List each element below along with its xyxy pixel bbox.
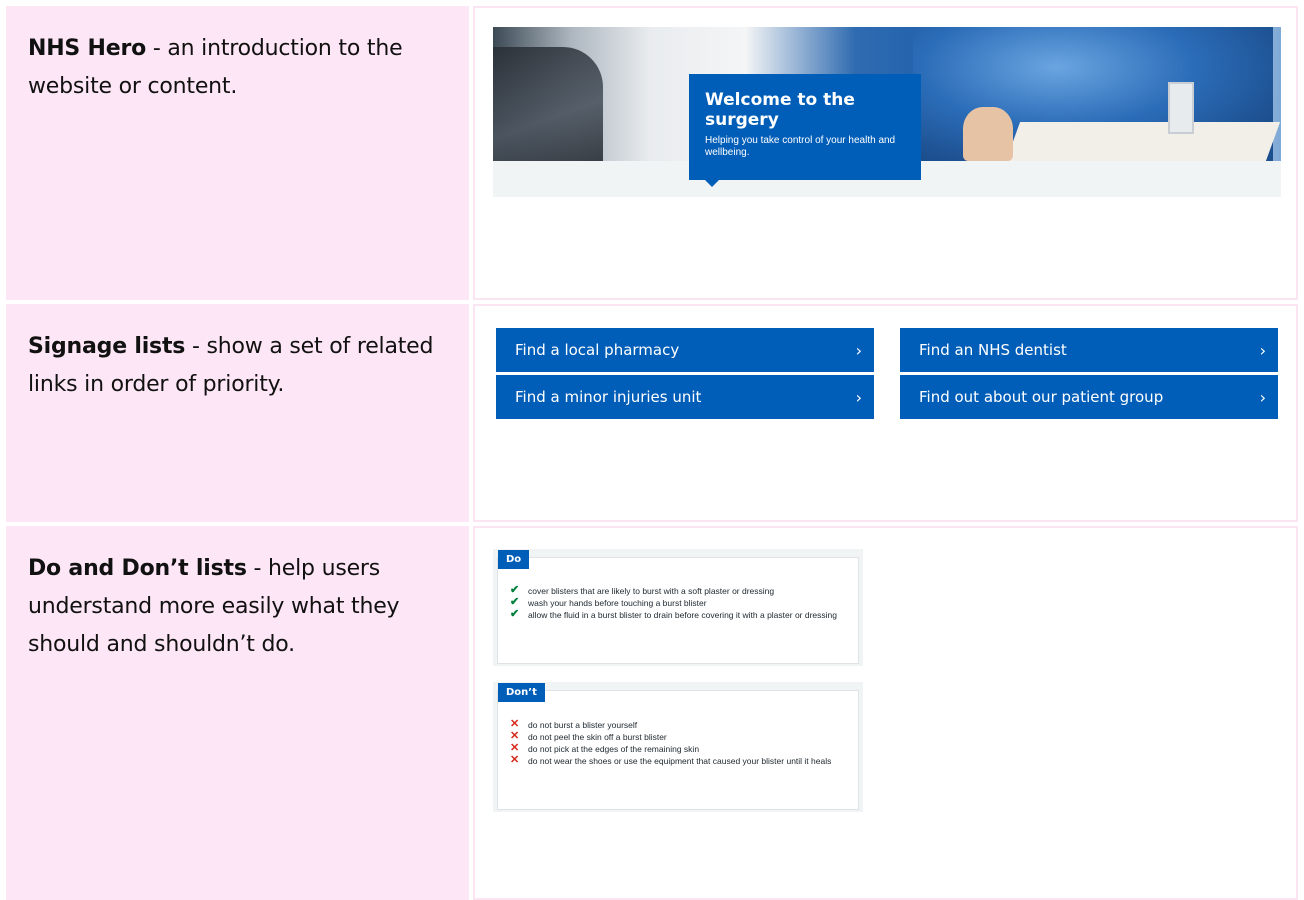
description-panel: Signage lists - show a set of related li… — [6, 304, 469, 522]
signage-link-label: Find out about our patient group — [919, 388, 1164, 406]
signage-link-patient-group[interactable]: Find out about our patient group › — [900, 375, 1278, 419]
signage-link-label: Find a minor injuries unit — [515, 388, 702, 406]
list-item: ✔ allow the fluid in a burst blister to d… — [510, 608, 837, 620]
signage-link-pharmacy[interactable]: Find a local pharmacy › — [496, 328, 874, 372]
check-icon: ✔ — [510, 596, 520, 608]
example-panel: Find a local pharmacy › Find an NHS dent… — [473, 304, 1298, 522]
list-item: ✕ do not wear the shoes or use the equipm… — [510, 754, 832, 766]
description-text: Do and Don’t lists - help users understa… — [28, 550, 447, 664]
description-text: NHS Hero - an introduction to the websit… — [28, 30, 447, 106]
description-panel: Do and Don’t lists - help users understa… — [6, 526, 469, 900]
cross-icon: ✕ — [510, 742, 520, 754]
hero-heading: Welcome to the surgery — [705, 90, 855, 130]
cross-icon: ✕ — [510, 754, 520, 766]
component-title: Do and Don’t lists — [28, 556, 247, 581]
chevron-right-icon: › — [855, 387, 862, 407]
example-panel: Do ✔ cover blisters that are likely to bu… — [473, 526, 1298, 900]
component-title: NHS Hero — [28, 36, 147, 61]
dont-list-panel: Don’t ✕ do not burst a blister yourself ✕… — [493, 682, 863, 812]
list-item: ✔ cover blisters that are likely to burst… — [510, 584, 775, 596]
row-do-dont-lists: Do and Don’t lists - help users understa… — [0, 524, 1304, 900]
list-item: ✕ do not burst a blister yourself — [510, 718, 638, 730]
chevron-right-icon: › — [1259, 387, 1266, 407]
hero-pointer — [705, 180, 719, 187]
list-item: ✔ wash your hands before touching a burst… — [510, 596, 707, 608]
hero-content-box: Welcome to the surgery Helping you take … — [689, 74, 921, 187]
hero-banner: Welcome to the surgery Helping you take … — [493, 27, 1281, 197]
description-text: Signage lists - show a set of related li… — [28, 328, 447, 404]
check-icon: ✔ — [510, 608, 520, 620]
signage-link-minor-injuries[interactable]: Find a minor injuries unit › — [496, 375, 874, 419]
signage-link-label: Find an NHS dentist — [919, 341, 1067, 359]
example-panel: Welcome to the surgery Helping you take … — [473, 6, 1298, 300]
signage-link-dentist[interactable]: Find an NHS dentist › — [900, 328, 1278, 372]
component-title: Signage lists — [28, 334, 186, 359]
description-panel: NHS Hero - an introduction to the websit… — [6, 6, 469, 300]
do-list: ✔ cover blisters that are likely to burst… — [510, 584, 848, 622]
list-item: ✕ do not peel the skin off a burst bliste… — [510, 730, 667, 742]
row-signage-lists: Signage lists - show a set of related li… — [0, 302, 1304, 522]
list-item: ✕ do not pick at the edges of the remaini… — [510, 742, 700, 754]
hero-text: Helping you take control of your health … — [705, 135, 896, 158]
chevron-right-icon: › — [855, 340, 862, 360]
cross-icon: ✕ — [510, 718, 520, 730]
do-list-tag: Do — [498, 550, 530, 569]
cross-icon: ✕ — [510, 730, 520, 742]
dont-list: ✕ do not burst a blister yourself ✕ do not… — [510, 718, 848, 768]
signage-link-label: Find a local pharmacy — [515, 341, 680, 359]
dont-list-tag: Don’t — [498, 683, 545, 702]
row-nhs-hero: NHS Hero - an introduction to the websit… — [0, 0, 1304, 300]
do-list-panel: Do ✔ cover blisters that are likely to bu… — [493, 549, 863, 666]
check-icon: ✔ — [510, 584, 520, 596]
chevron-right-icon: › — [1259, 340, 1266, 360]
